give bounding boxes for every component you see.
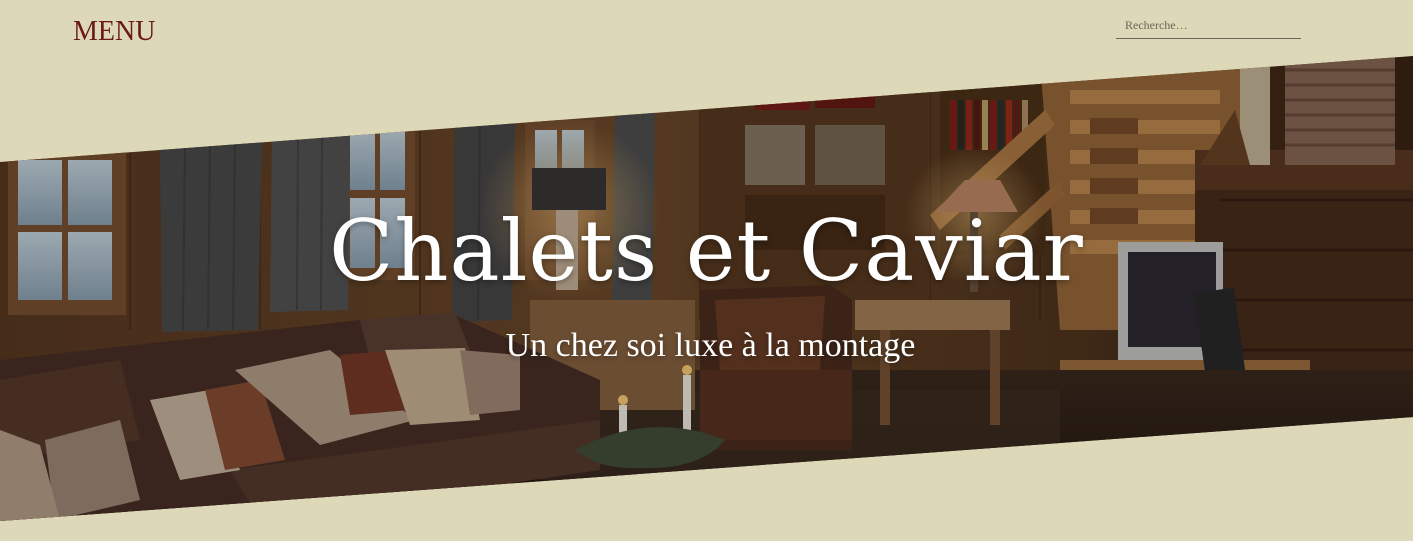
hero-title: Chalets et Caviar [329,202,1084,300]
menu-button[interactable]: MENU [73,15,155,49]
search-input[interactable] [1116,12,1301,38]
hero-banner: Chalets et Caviar Un chez soi luxe à la … [0,56,1413,521]
hero-subtitle: Un chez soi luxe à la montage [505,327,916,364]
search-field[interactable] [1116,12,1301,39]
